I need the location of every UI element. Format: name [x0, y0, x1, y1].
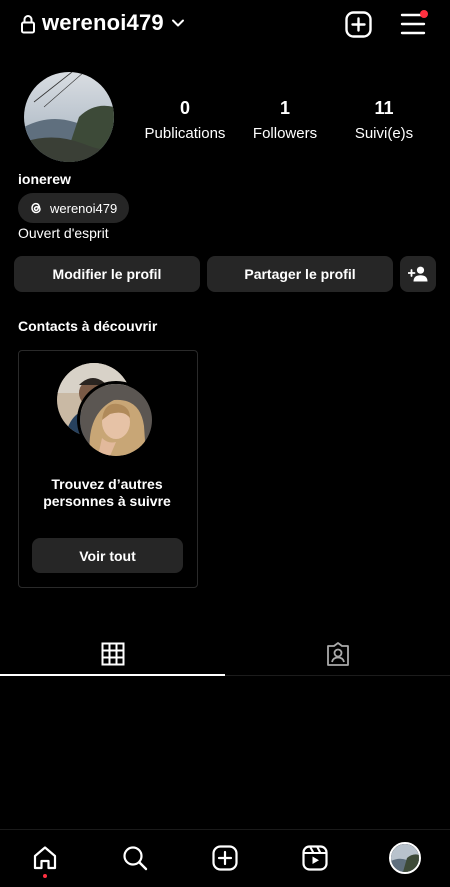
stat-following[interactable]: 11 Suivi(e)s — [329, 98, 439, 142]
reels-icon — [302, 845, 328, 871]
nav-search[interactable] — [115, 840, 155, 876]
tab-posts-grid[interactable] — [0, 632, 225, 676]
add-person-icon — [408, 266, 428, 282]
nav-home[interactable] — [25, 840, 65, 876]
threads-badge[interactable]: werenoi479 — [18, 193, 130, 223]
stat-value: 0 — [179, 98, 190, 118]
search-icon — [123, 846, 148, 871]
nav-profile[interactable] — [385, 840, 425, 876]
top-bar: werenoi479 — [0, 0, 450, 48]
stat-value: 1 — [279, 98, 290, 118]
edit-profile-button[interactable]: Modifier le profil — [14, 256, 200, 292]
nav-reels[interactable] — [295, 840, 335, 876]
suggestions-title: Contacts à découvrir — [18, 318, 158, 334]
stat-value: 11 — [374, 98, 394, 118]
card-text-line: Trouvez d’autres — [51, 476, 163, 492]
card-text-line: personnes à suivre — [43, 493, 171, 509]
stat-publications[interactable]: 0 Publications — [130, 98, 240, 142]
see-all-button[interactable]: Voir tout — [32, 538, 183, 573]
display-name: ionerew — [18, 171, 71, 187]
tagged-icon — [326, 642, 349, 666]
stat-label: Followers — [252, 125, 318, 142]
profile-avatar[interactable] — [24, 72, 114, 162]
home-icon — [33, 846, 57, 870]
profile-avatar-small — [389, 842, 421, 874]
share-profile-button[interactable]: Partager le profil — [207, 256, 393, 292]
notification-dot — [420, 10, 428, 18]
stat-followers[interactable]: 1 Followers — [230, 98, 340, 142]
tab-tagged[interactable] — [225, 632, 450, 676]
chevron-down-icon[interactable] — [170, 15, 186, 31]
threads-icon — [31, 202, 41, 214]
new-post-icon[interactable] — [345, 11, 372, 38]
stat-label: Publications — [144, 125, 226, 142]
home-notification-dot — [43, 874, 47, 878]
bottom-navigation — [0, 829, 450, 887]
discover-people-button[interactable] — [400, 256, 436, 292]
tab-divider — [225, 675, 450, 676]
bio: Ouvert d'esprit — [18, 225, 109, 241]
stat-label: Suivi(e)s — [354, 125, 414, 142]
active-tab-indicator — [0, 674, 225, 676]
suggested-avatar-2 — [77, 381, 155, 459]
suggestion-card-text: Trouvez d’autres personnes à suivre — [18, 476, 196, 510]
profile-username-title[interactable]: werenoi479 — [42, 10, 164, 36]
create-icon — [212, 845, 238, 871]
grid-icon — [101, 642, 124, 666]
nav-create[interactable] — [205, 840, 245, 876]
lock-icon — [21, 15, 35, 34]
threads-handle: werenoi479 — [50, 200, 118, 216]
